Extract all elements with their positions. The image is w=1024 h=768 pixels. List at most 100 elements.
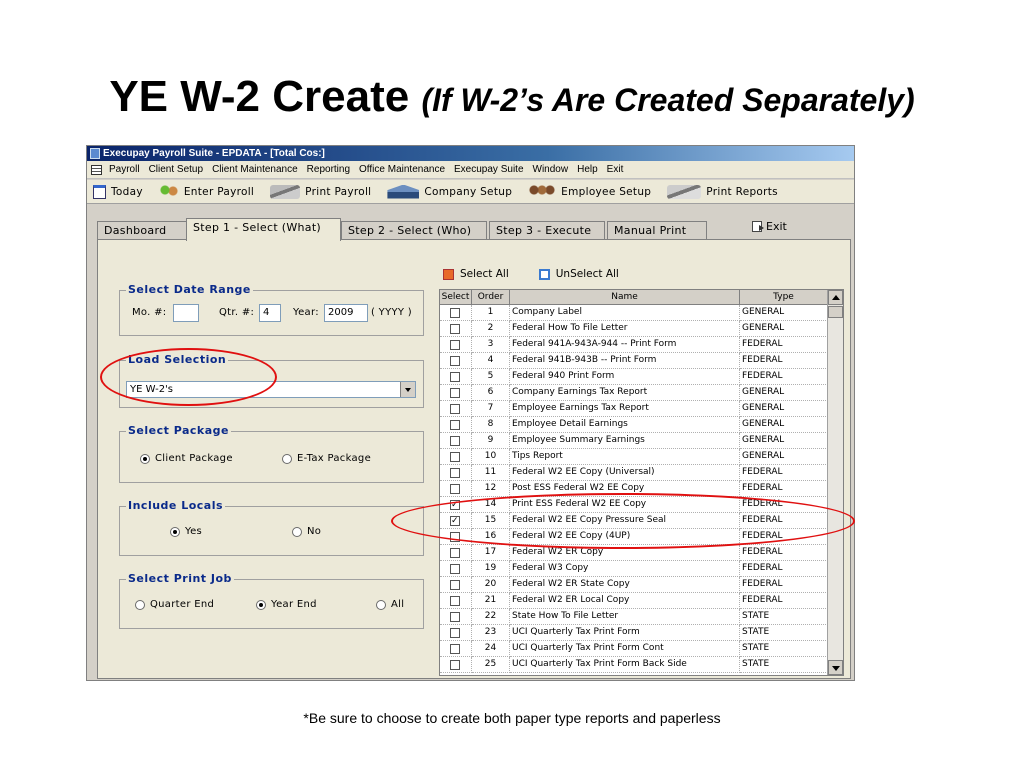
row-checkbox[interactable]	[450, 324, 460, 334]
header-type[interactable]: Type	[740, 290, 828, 305]
select-all-button[interactable]: Select All	[443, 268, 509, 280]
tab-step1-select-what[interactable]: Step 1 - Select (What)	[186, 218, 341, 241]
name-cell: Federal W2 ER Copy	[510, 545, 740, 561]
window-titlebar: Execupay Payroll Suite - EPDATA - [Total…	[87, 146, 854, 161]
table-row[interactable]: 2 Federal How To File Letter GENERAL	[440, 321, 828, 337]
table-row[interactable]: 15Federal W2 EE Copy Pressure SealFEDERA…	[440, 513, 828, 529]
table-row[interactable]: 11 Federal W2 EE Copy (Universal) FEDERAL	[440, 465, 828, 481]
row-checkbox[interactable]	[450, 612, 460, 622]
menu-item-payroll[interactable]: Payroll	[109, 161, 140, 179]
row-checkbox[interactable]	[450, 452, 460, 462]
scroll-thumb[interactable]	[828, 306, 843, 318]
table-row[interactable]: 5 Federal 940 Print Form FEDERAL	[440, 369, 828, 385]
row-checkbox[interactable]	[450, 580, 460, 590]
row-checkbox[interactable]	[450, 340, 460, 350]
client-package-radio[interactable]: Client Package	[140, 453, 233, 464]
tab-step2-select-who[interactable]: Step 2 - Select (Who)	[341, 221, 487, 240]
today-button[interactable]: Today	[93, 184, 143, 199]
grid-menu-icon[interactable]	[91, 165, 102, 175]
row-checkbox[interactable]	[450, 484, 460, 494]
unselect-all-button[interactable]: UnSelect All	[538, 268, 619, 280]
menu-item-exit[interactable]: Exit	[607, 161, 624, 179]
print-payroll-button[interactable]: Print Payroll	[270, 184, 371, 199]
menu-item-reporting[interactable]: Reporting	[307, 161, 350, 179]
load-selection-dropdown[interactable]: YE W-2's	[126, 381, 416, 398]
tab-dashboard[interactable]: Dashboard	[97, 221, 187, 240]
type-cell: GENERAL	[740, 305, 828, 321]
etax-package-radio[interactable]: E-Tax Package	[282, 453, 371, 464]
row-checkbox[interactable]	[450, 436, 460, 446]
table-row[interactable]: 12 Post ESS Federal W2 EE Copy FEDERAL	[440, 481, 828, 497]
table-row[interactable]: 1 Company Label GENERAL	[440, 305, 828, 321]
quarter-end-radio[interactable]: Quarter End	[135, 599, 214, 610]
table-row[interactable]: 19 Federal W3 Copy FEDERAL	[440, 561, 828, 577]
scroll-up-icon[interactable]	[828, 290, 843, 305]
year-end-radio[interactable]: Year End	[256, 599, 317, 610]
employee-setup-button[interactable]: Employee Setup	[528, 184, 651, 199]
row-checkbox[interactable]	[450, 468, 460, 478]
row-checkbox[interactable]	[450, 498, 460, 512]
table-row[interactable]: 3 Federal 941A-943A-944 -- Print Form FEDE…	[440, 337, 828, 353]
name-cell: Tips Report	[510, 449, 740, 465]
menu-item-client-maintenance[interactable]: Client Maintenance	[212, 161, 298, 179]
header-select[interactable]: Select	[440, 290, 472, 305]
scroll-down-icon[interactable]	[828, 660, 843, 675]
slide-title-main: YE W-2 Create	[109, 72, 410, 121]
table-row[interactable]: 25 UCI Quarterly Tax Print Form Back Side…	[440, 657, 828, 673]
grid-scrollbar[interactable]	[827, 290, 843, 675]
table-row[interactable]: 8 Employee Detail Earnings GENERAL	[440, 417, 828, 433]
table-row[interactable]: 21 Federal W2 ER Local Copy FEDERAL	[440, 593, 828, 609]
quarter-input[interactable]: 4	[259, 304, 281, 322]
row-checkbox[interactable]	[450, 308, 460, 318]
table-row[interactable]: 22 State How To File Letter STATE	[440, 609, 828, 625]
table-row[interactable]: 16 Federal W2 EE Copy (4UP) FEDERAL	[440, 529, 828, 545]
table-row[interactable]: 10 Tips Report GENERAL	[440, 449, 828, 465]
table-row[interactable]: 20 Federal W2 ER State Copy FEDERAL	[440, 577, 828, 593]
table-row[interactable]: 6 Company Earnings Tax Report GENERAL	[440, 385, 828, 401]
tab-step3-execute[interactable]: Step 3 - Execute	[489, 221, 605, 240]
table-row[interactable]: 9 Employee Summary Earnings GENERAL	[440, 433, 828, 449]
radio-unselected-icon	[376, 599, 386, 610]
month-input[interactable]	[173, 304, 199, 322]
table-row[interactable]: 7 Employee Earnings Tax Report GENERAL	[440, 401, 828, 417]
row-checkbox[interactable]	[450, 404, 460, 414]
row-checkbox[interactable]	[450, 628, 460, 638]
row-checkbox[interactable]	[450, 644, 460, 654]
table-row[interactable]: 14Print ESS Federal W2 EE CopyFEDERAL	[440, 497, 828, 513]
locals-yes-radio[interactable]: Yes	[170, 526, 202, 537]
row-checkbox[interactable]	[450, 514, 460, 528]
company-setup-button[interactable]: Company Setup	[387, 184, 512, 199]
row-checkbox[interactable]	[450, 596, 460, 606]
menu-item-office-maintenance[interactable]: Office Maintenance	[359, 161, 445, 179]
select-all-icon	[443, 268, 454, 280]
table-row[interactable]: 23 UCI Quarterly Tax Print Form STATE	[440, 625, 828, 641]
print-reports-button[interactable]: Print Reports	[667, 184, 778, 199]
exit-button[interactable]: Exit	[752, 220, 787, 233]
header-name[interactable]: Name	[510, 290, 740, 305]
row-checkbox[interactable]	[450, 356, 460, 366]
year-input[interactable]: 2009	[324, 304, 368, 322]
menu-item-window[interactable]: Window	[533, 161, 569, 179]
row-checkbox[interactable]	[450, 548, 460, 558]
enter-payroll-button[interactable]: Enter Payroll	[158, 184, 254, 199]
name-cell: Federal W2 ER State Copy	[510, 577, 740, 593]
menu-item-help[interactable]: Help	[577, 161, 598, 179]
row-checkbox[interactable]	[450, 372, 460, 382]
chevron-down-icon[interactable]	[400, 382, 415, 397]
table-row[interactable]: 24 UCI Quarterly Tax Print Form Cont STATE	[440, 641, 828, 657]
menu-item-client-setup[interactable]: Client Setup	[149, 161, 203, 179]
row-checkbox[interactable]	[450, 420, 460, 430]
tab-manual-print[interactable]: Manual Print	[607, 221, 707, 240]
row-checkbox[interactable]	[450, 532, 460, 542]
header-order[interactable]: Order	[472, 290, 510, 305]
menu-item-execupay-suite[interactable]: Execupay Suite	[454, 161, 524, 179]
row-checkbox[interactable]	[450, 564, 460, 574]
name-cell: Post ESS Federal W2 EE Copy	[510, 481, 740, 497]
row-checkbox[interactable]	[450, 388, 460, 398]
locals-no-radio[interactable]: No	[292, 526, 321, 537]
table-row[interactable]: 4 Federal 941B-943B -- Print Form FEDERAL	[440, 353, 828, 369]
row-checkbox[interactable]	[450, 660, 460, 670]
all-radio[interactable]: All	[376, 599, 404, 610]
order-cell: 22	[472, 609, 510, 625]
table-row[interactable]: 17 Federal W2 ER Copy FEDERAL	[440, 545, 828, 561]
